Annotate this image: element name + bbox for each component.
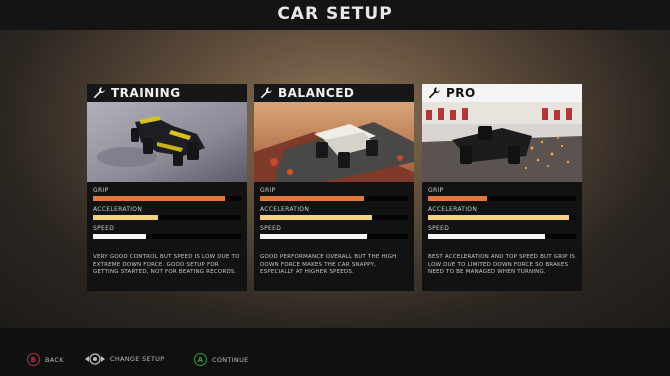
stat-speed: SPEED [93,225,241,239]
stat-grip: GRIP [428,187,576,201]
card-description: VERY GOOD CONTROL BUT SPEED IS LOW DUE T… [93,254,240,276]
acceleration-bar-track [428,215,576,220]
continue-label: CONTINUE [212,355,249,364]
stat-label: ACCELERATION [428,206,478,213]
card-header: BALANCED [254,84,414,102]
card-description: GOOD PERFORMANCE OVERALL BUT THE HIGH DO… [260,254,397,276]
setup-card-pro[interactable]: PRO GRIP ACCELERATION SPEED BEST ACCELER… [422,84,582,291]
back-button[interactable]: B BACK [27,353,64,366]
page-title: CAR SETUP [277,4,393,24]
stat-grip: GRIP [93,187,241,201]
speed-bar-fill [93,234,147,239]
acceleration-bar-track [260,215,408,220]
stat-acceleration: ACCELERATION [260,206,408,220]
speed-bar-track [428,234,576,239]
back-label: BACK [45,355,64,364]
card-title: BALANCED [278,86,355,100]
b-button-icon: B [27,353,40,366]
speed-bar-track [260,234,408,239]
stat-label: SPEED [93,225,115,232]
grip-bar-track [260,196,408,201]
dpad-icon [85,353,105,365]
stat-label: ACCELERATION [93,206,143,213]
stat-label: SPEED [428,225,450,232]
change-setup-button[interactable]: CHANGE SETUP [84,353,164,365]
stat-acceleration: ACCELERATION [93,206,241,220]
wrench-icon [428,87,440,99]
card-description: BEST ACCELERATION AND TOP SPEED BUT GRIP… [428,254,576,276]
stat-speed: SPEED [260,225,408,239]
grip-bar-fill [260,196,364,201]
speed-bar-fill [428,234,545,239]
grip-bar-track [428,196,576,201]
grip-bar-fill [428,196,488,201]
stat-grip: GRIP [260,187,408,201]
wrench-icon [260,87,272,99]
card-title: PRO [446,86,476,100]
a-button-icon: A [194,353,207,366]
stat-label: GRIP [93,187,109,194]
setup-card-training[interactable]: TRAINING GRIP ACCELERATION SPEED VERY GO… [87,84,247,291]
grip-bar-fill [93,196,225,201]
stat-label: GRIP [260,187,276,194]
change-setup-label: CHANGE SETUP [110,355,165,363]
acceleration-bar-track [93,215,241,220]
setup-card-balanced[interactable]: BALANCED GRIP ACCELERATION SPEED GOOD PE… [254,84,414,291]
stat-acceleration: ACCELERATION [428,206,576,220]
speed-bar-fill [260,234,367,239]
stat-speed: SPEED [428,225,576,239]
card-header: PRO [422,84,582,102]
wrench-icon [93,87,105,99]
stat-label: GRIP [428,187,444,194]
car-preview-image [422,102,582,182]
card-title: TRAINING [111,86,181,100]
continue-button[interactable]: A CONTINUE [194,353,249,366]
acceleration-bar-fill [260,215,373,220]
grip-bar-track [93,196,241,201]
speed-bar-track [93,234,241,239]
acceleration-bar-fill [93,215,159,220]
car-preview-image [87,102,247,182]
card-header: TRAINING [87,84,247,102]
acceleration-bar-fill [428,215,569,220]
bottom-bar [0,328,670,376]
stat-label: ACCELERATION [260,206,310,213]
stat-label: SPEED [260,225,282,232]
car-preview-image [254,102,414,182]
